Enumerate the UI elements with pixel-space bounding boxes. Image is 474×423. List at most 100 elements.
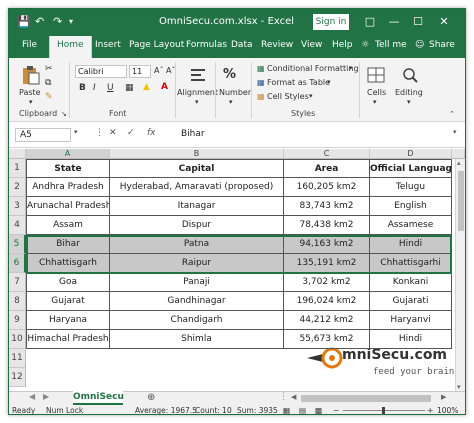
font-color-icon[interactable]: A [161,82,168,92]
scroll-down-icon[interactable]: ▾ [457,383,461,391]
row-header[interactable]: 5 [9,235,26,254]
cut-icon[interactable]: ✂ [45,64,53,74]
zoom-slider-thumb[interactable] [382,407,385,414]
table-cell[interactable]: Telugu [370,178,452,197]
alignment-dropdown-icon[interactable]: ▾ [195,98,199,106]
table-cell[interactable]: Arunachal Pradesh [26,197,110,216]
table-cell[interactable]: Gujarati [370,292,452,311]
row-header[interactable]: 3 [9,197,26,216]
ribbon-display-options-icon[interactable]: □ [359,12,381,32]
number-format-icon[interactable]: % [223,67,236,82]
table-cell[interactable]: Haryana [26,311,110,330]
column-header[interactable]: B [110,149,284,159]
share-button[interactable]: Share [429,40,455,50]
undo-icon[interactable]: ↶ [35,15,44,28]
table-cell[interactable]: Bihar [26,235,110,254]
table-cell[interactable]: 78,438 km2 [284,216,370,235]
column-header[interactable]: A [26,149,110,159]
tab-formulas[interactable]: Formulas [186,40,227,50]
table-cell[interactable]: 3,702 km2 [284,273,370,292]
scroll-left-icon[interactable]: ◀ [291,393,296,401]
format-as-table-dropdown-icon[interactable]: ▾ [327,78,331,86]
row-header[interactable]: 8 [9,292,26,311]
cancel-entry-icon[interactable]: ✕ [109,128,117,138]
conditional-formatting-dropdown-icon[interactable]: ▾ [349,64,353,72]
alignment-icon[interactable] [189,66,207,84]
table-cell[interactable]: Hindi [370,330,452,349]
conditional-formatting-button[interactable]: Conditional Formatting [267,64,359,73]
table-cell[interactable]: 55,673 km2 [284,330,370,349]
tell-me-box[interactable]: Tell me [375,40,407,50]
row-header[interactable]: 6 [9,254,26,273]
row-header[interactable]: 2 [9,178,26,197]
font-size-select[interactable]: 11 [129,65,151,78]
cells-icon[interactable] [367,66,385,84]
editing-dropdown-icon[interactable]: ▾ [407,98,411,106]
tab-help[interactable]: Help [332,40,353,50]
table-header-cell[interactable]: State [26,159,110,178]
table-cell[interactable]: 44,212 km2 [284,311,370,330]
close-icon[interactable]: ✕ [433,12,455,32]
redo-icon[interactable]: ↷ [53,15,62,28]
page-break-view-icon[interactable]: ▩ [315,405,322,414]
table-cell[interactable]: 94,163 km2 [284,235,370,254]
table-cell[interactable]: 135,191 km2 [284,254,370,273]
normal-view-icon[interactable]: ▦ [283,405,290,414]
number-button[interactable]: Number [219,88,251,97]
format-as-table-button[interactable]: Format as Table [267,78,330,87]
row-header[interactable]: 9 [9,311,26,330]
table-cell[interactable]: 83,743 km2 [284,197,370,216]
editing-search-icon[interactable] [401,66,419,84]
zoom-level[interactable]: 100% [437,405,458,414]
save-icon[interactable]: 💾 [17,15,31,28]
table-cell[interactable]: Chandigarh [110,311,284,330]
new-sheet-icon[interactable]: ⊕ [147,392,155,403]
table-header-cell[interactable]: Capital [110,159,284,178]
number-dropdown-icon[interactable]: ▾ [229,98,233,106]
row-header[interactable]: 10 [9,330,26,349]
tab-review[interactable]: Review [261,40,293,50]
zoom-out-icon[interactable]: − [333,405,339,414]
underline-button[interactable]: U [107,83,114,93]
row-header[interactable]: 1 [9,159,26,178]
row-header[interactable]: 12 [9,368,26,387]
font-name-select[interactable]: Calibri [75,65,127,78]
table-cell[interactable]: Dispur [110,216,284,235]
enter-entry-icon[interactable]: ✓ [127,128,135,138]
tab-view[interactable]: View [301,40,322,50]
tab-page-layout[interactable]: Page Layout [129,40,184,50]
table-cell[interactable]: Konkani [370,273,452,292]
horizontal-scroll-thumb[interactable] [301,395,431,402]
tab-file[interactable]: File [22,40,37,50]
scroll-sheets-left-icon[interactable]: ◀ [29,392,35,401]
scroll-right-icon[interactable]: ▶ [441,393,446,401]
table-cell[interactable]: Himachal Pradesh [26,330,110,349]
table-cell[interactable]: Goa [26,273,110,292]
expand-formula-bar-icon[interactable]: ▾ [453,128,457,136]
lightbulb-icon[interactable]: ☼ [361,40,369,50]
format-painter-icon[interactable]: ✎ [45,92,53,102]
bold-button[interactable]: B [79,83,86,93]
column-header[interactable]: C [284,149,370,159]
table-cell[interactable]: Patna [110,235,284,254]
cell-styles-dropdown-icon[interactable]: ▾ [309,92,313,100]
paste-button[interactable]: Paste [19,88,41,97]
scroll-sheets-right-icon[interactable]: ▶ [43,392,49,401]
table-header-cell[interactable]: Area [284,159,370,178]
minimize-icon[interactable]: — [383,12,405,32]
table-cell[interactable]: Shimla [110,330,284,349]
formula-input[interactable]: Bihar [181,128,205,141]
row-header[interactable]: 4 [9,216,26,235]
vertical-scroll-thumb[interactable] [458,171,464,231]
table-cell[interactable]: Chhattisgarhi [370,254,452,273]
tab-data[interactable]: Data [231,40,253,50]
page-layout-view-icon[interactable]: ▤ [299,405,306,414]
paste-icon[interactable] [21,65,41,85]
row-header[interactable]: 11 [9,349,26,368]
tab-home[interactable]: Home [49,36,92,58]
column-header[interactable]: D [370,149,452,159]
share-icon[interactable]: ☺ [415,40,424,50]
table-cell[interactable]: Gandhinagar [110,292,284,311]
table-cell[interactable]: 196,024 km2 [284,292,370,311]
row-header[interactable]: 7 [9,273,26,292]
